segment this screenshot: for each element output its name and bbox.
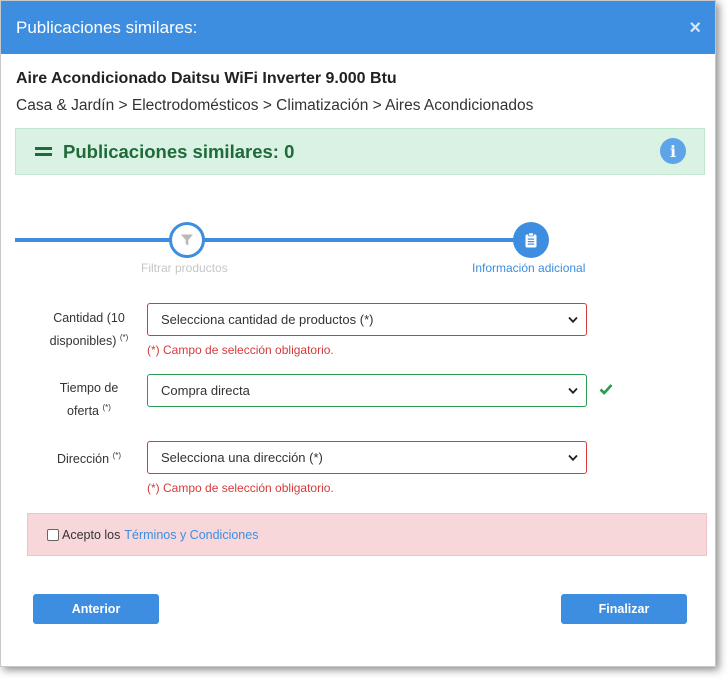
terms-box: Acepto los Términos y Condiciones <box>27 513 707 556</box>
offer-time-label-line2: oferta <box>67 404 100 419</box>
quantity-required-mark: (*) <box>119 333 129 342</box>
quantity-label: Cantidad (10 disponibles) (*) <box>39 308 139 351</box>
equals-icon <box>35 146 52 157</box>
check-icon <box>599 384 613 395</box>
offer-time-label: Tiempo de oferta (*) <box>41 378 137 421</box>
quantity-label-line1: Cantidad (10 <box>53 311 125 325</box>
product-name: Aire Acondicionado Daitsu WiFi Inverter … <box>16 70 397 87</box>
modal-header: Publicaciones similares: × <box>1 1 715 54</box>
step-filter-products[interactable] <box>169 222 205 258</box>
modal-title: Publicaciones similares: <box>16 17 198 37</box>
offer-time-select[interactable]: Compra directa <box>147 374 587 407</box>
address-select-value: Selecciona una dirección (*) <box>161 450 323 465</box>
finish-button[interactable]: Finalizar <box>561 594 687 624</box>
address-error: (*) Campo de selección obligatorio. <box>147 481 334 495</box>
quantity-select-value: Selecciona cantidad de productos (*) <box>161 312 374 327</box>
terms-checkbox[interactable] <box>47 528 59 541</box>
similar-publications-count: Publicaciones similares: 0 <box>63 140 295 162</box>
step-additional-info[interactable] <box>513 222 549 258</box>
terms-prefix: Acepto los <box>62 527 121 542</box>
offer-time-required-mark: (*) <box>102 403 111 412</box>
chevron-down-icon <box>568 454 578 462</box>
quantity-error: (*) Campo de selección obligatorio. <box>147 343 334 357</box>
chevron-down-icon <box>568 316 578 324</box>
address-label: Dirección (*) <box>41 446 137 469</box>
clipboard-icon <box>525 232 537 248</box>
address-select[interactable]: Selecciona una dirección (*) <box>147 441 587 474</box>
offer-time-select-value: Compra directa <box>161 383 250 398</box>
chevron-down-icon <box>568 387 578 395</box>
address-required-mark: (*) <box>112 451 122 460</box>
close-icon[interactable]: × <box>689 18 701 38</box>
stepper-progress-line <box>15 238 531 242</box>
step-filter-products-label: Filtrar productos <box>141 261 228 275</box>
filter-icon <box>181 234 193 246</box>
breadcrumb: Casa & Jardín > Electrodomésticos > Clim… <box>16 97 534 114</box>
terms-link[interactable]: Términos y Condiciones <box>124 528 258 542</box>
previous-button[interactable]: Anterior <box>33 594 159 624</box>
quantity-select[interactable]: Selecciona cantidad de productos (*) <box>147 303 587 336</box>
offer-time-label-line1: Tiempo de <box>59 381 119 395</box>
quantity-label-line2: disponibles) <box>49 334 117 349</box>
address-label-text: Dirección <box>56 452 110 467</box>
similar-publications-modal: Publicaciones similares: × Aire Acondici… <box>0 0 716 667</box>
step-additional-info-label: Información adicional <box>472 261 586 275</box>
stepper: Filtrar productos Información adicional <box>15 222 705 278</box>
info-icon[interactable]: i <box>660 138 686 164</box>
similar-publications-alert: Publicaciones similares: 0 i <box>15 128 705 175</box>
